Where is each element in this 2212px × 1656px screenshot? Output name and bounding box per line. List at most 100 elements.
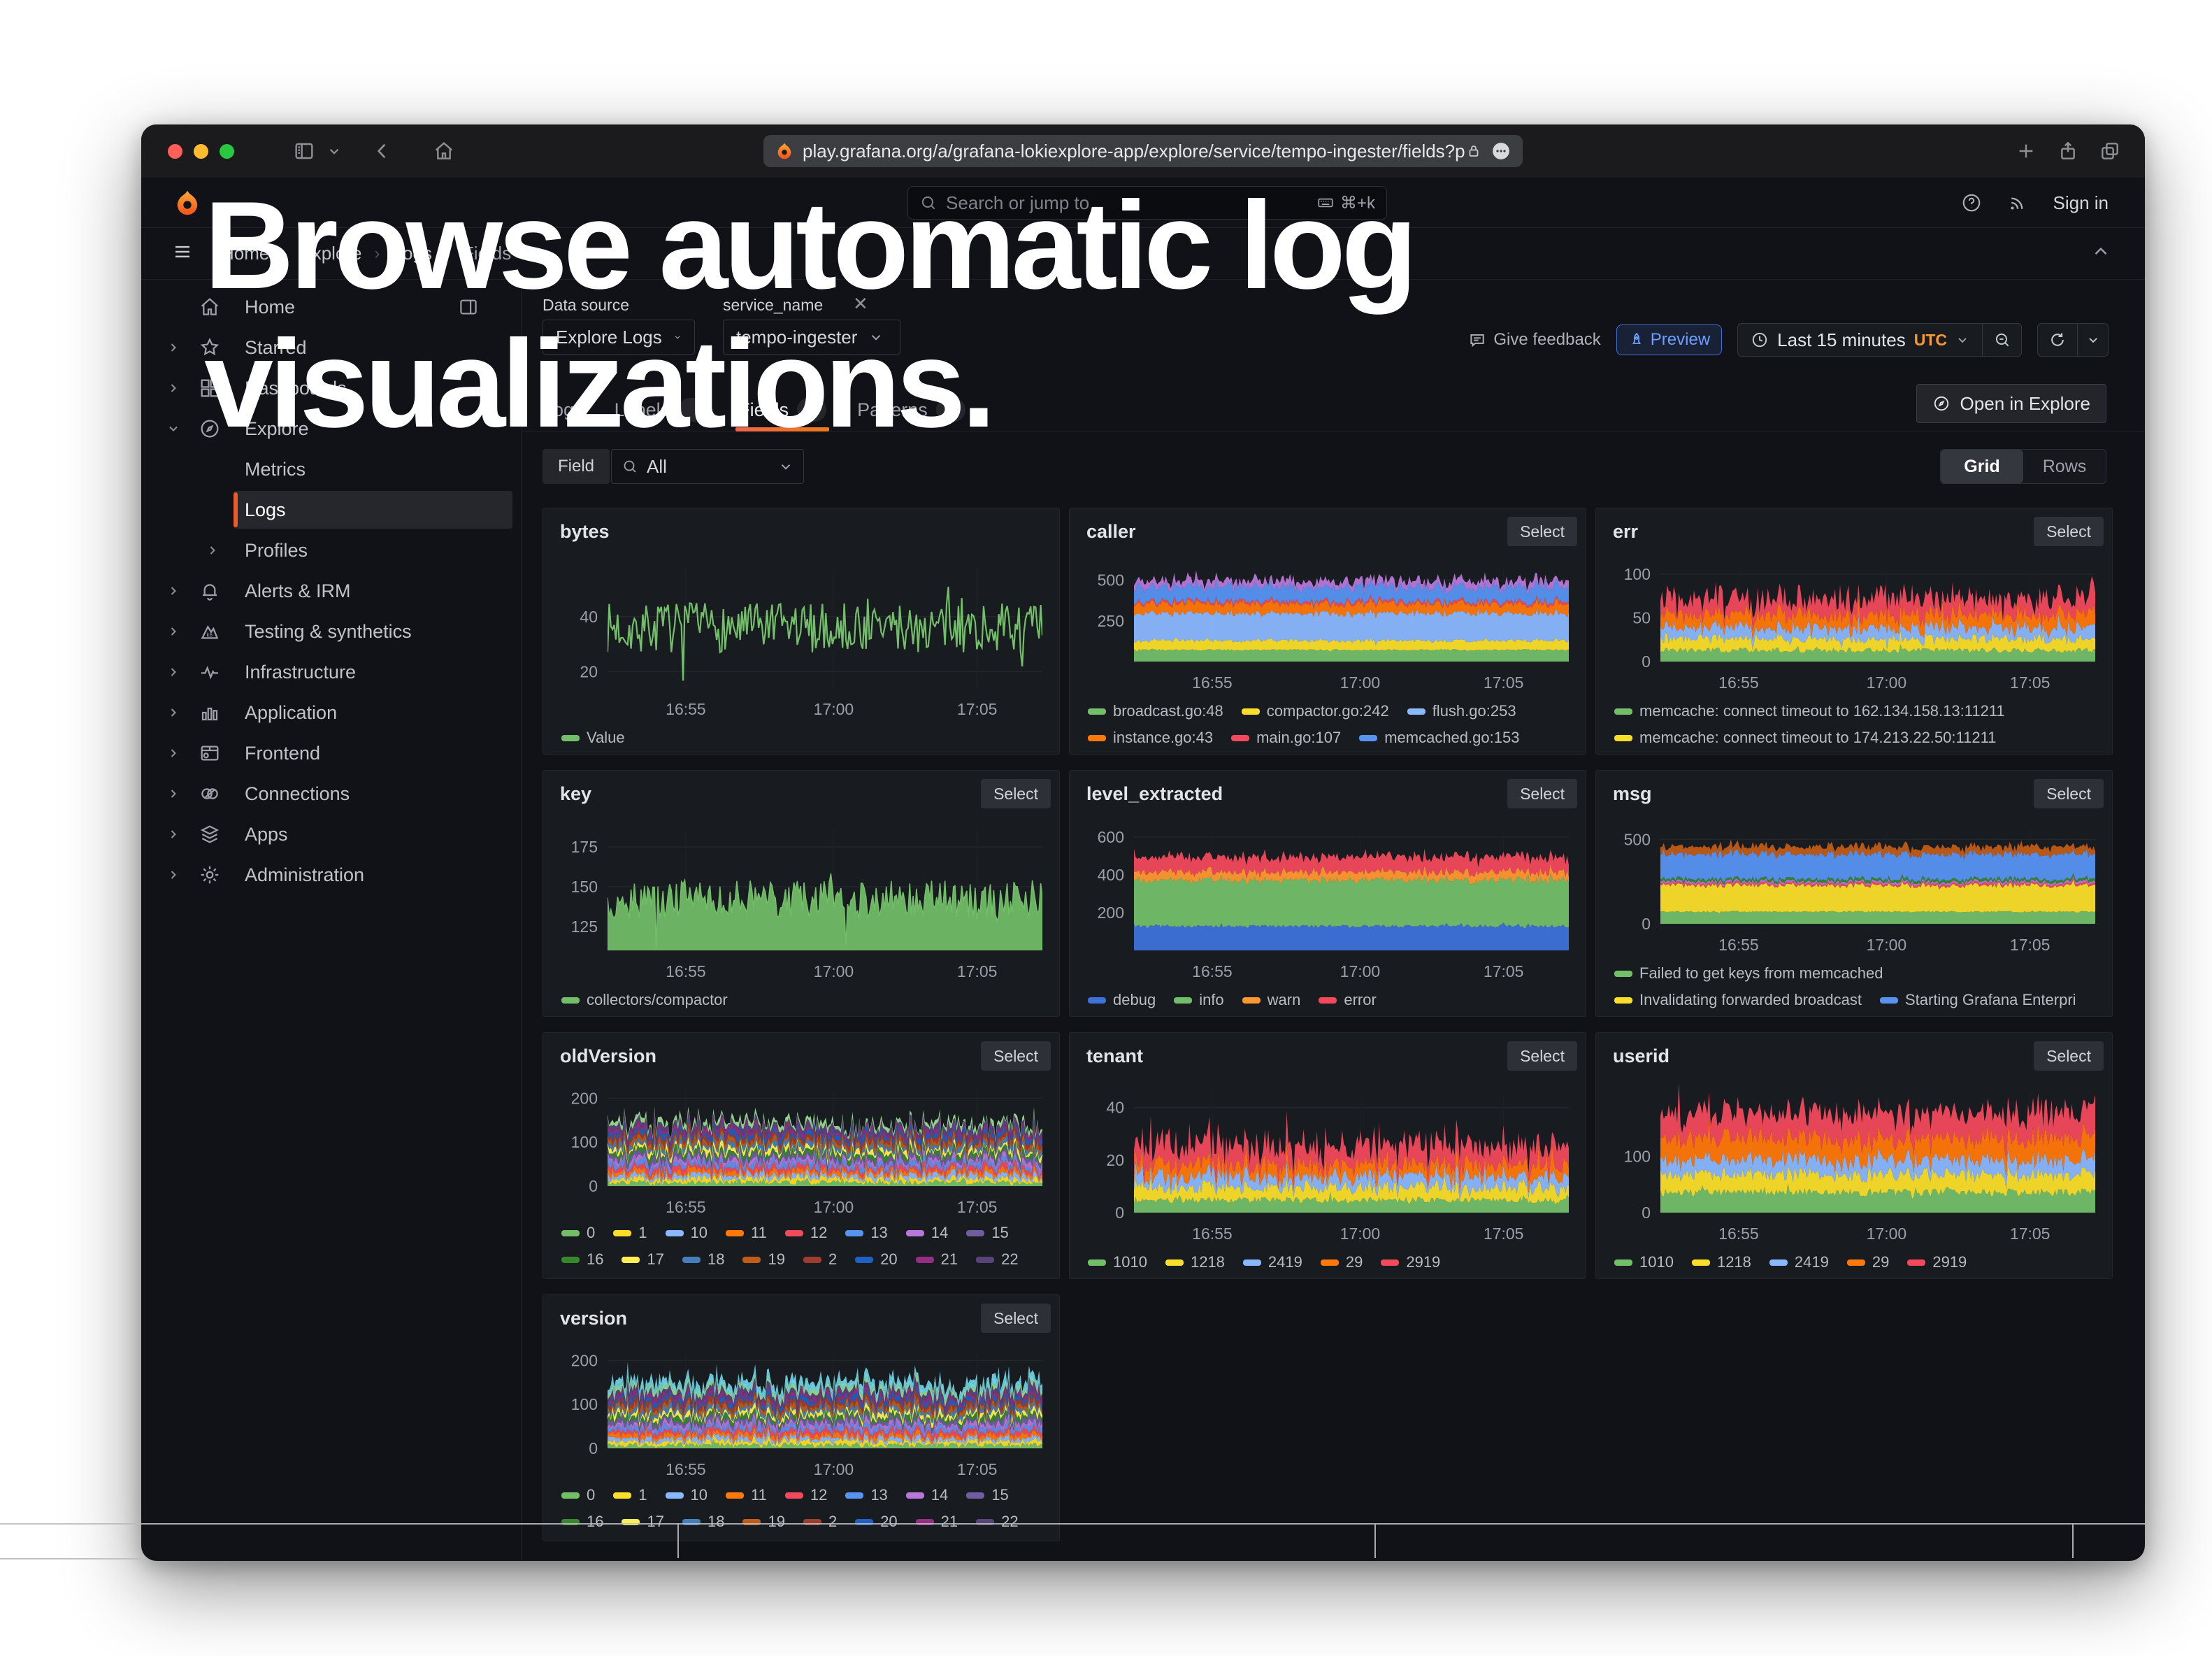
legend-item[interactable]: flush.go:253 — [1407, 702, 1516, 720]
chevron-right-icon[interactable] — [166, 665, 180, 679]
legend-item[interactable]: 18 — [682, 1250, 724, 1269]
close-window-button[interactable] — [168, 144, 182, 159]
minimize-window-button[interactable] — [194, 144, 208, 159]
chevron-down-icon[interactable] — [326, 143, 342, 159]
legend-item[interactable]: Failed to get keys from memcached — [1614, 964, 1883, 983]
legend-item[interactable]: 0 — [561, 1224, 595, 1242]
sidebar-item-profiles[interactable]: Profiles — [141, 530, 521, 571]
legend-item[interactable]: 12 — [785, 1224, 827, 1242]
legend-item[interactable]: 10 — [666, 1486, 708, 1504]
sidebar-toggle-icon[interactable] — [293, 140, 315, 162]
news-icon[interactable] — [2007, 192, 2028, 213]
search-input[interactable]: Search or jump to... ⌘+k — [907, 186, 1387, 220]
sidebar-item-alerts-irm[interactable]: Alerts & IRM — [141, 571, 521, 611]
legend-item[interactable]: 11 — [726, 1224, 767, 1242]
give-feedback-button[interactable]: Give feedback — [1468, 330, 1600, 350]
tab-overview-icon[interactable] — [2099, 140, 2121, 162]
breadcrumb-item[interactable]: Logs — [393, 243, 432, 264]
legend-item[interactable]: 21 — [916, 1513, 958, 1531]
legend-item[interactable]: 19 — [742, 1513, 784, 1531]
tab-labels[interactable]: Labels — [615, 388, 708, 431]
legend-item[interactable]: 1218 — [1692, 1253, 1751, 1271]
legend-item[interactable]: memcached.go:153 — [1359, 729, 1519, 747]
tab-fields[interactable]: Fields — [738, 388, 826, 431]
home-page-icon[interactable] — [433, 140, 455, 162]
back-icon[interactable] — [371, 140, 394, 162]
legend-item[interactable]: 19 — [742, 1250, 784, 1269]
legend-item[interactable]: collectors/compactor — [561, 991, 728, 1009]
refresh-interval-dropdown[interactable] — [2078, 323, 2109, 357]
tab-logs[interactable]: Logs — [543, 388, 584, 431]
sidebar-item-application[interactable]: Application — [141, 692, 521, 733]
legend-item[interactable]: 13 — [845, 1224, 887, 1242]
sidebar-item-home[interactable]: Home — [141, 287, 521, 327]
legend-item[interactable]: 2 — [803, 1250, 837, 1269]
legend-item[interactable]: 14 — [906, 1486, 948, 1504]
chevron-right-icon[interactable] — [166, 746, 180, 760]
legend-item[interactable]: debug — [1088, 991, 1156, 1009]
help-icon[interactable] — [1961, 192, 1982, 213]
legend-item[interactable]: 12 — [785, 1486, 827, 1504]
legend-item[interactable]: 1010 — [1088, 1253, 1147, 1271]
legend-item[interactable]: 14 — [906, 1224, 948, 1242]
tab-patterns[interactable]: Patterns8 — [857, 388, 965, 431]
legend-item[interactable]: info — [1174, 991, 1223, 1009]
legend-item[interactable]: 1 — [613, 1224, 647, 1242]
legend-item[interactable]: 16 — [561, 1513, 603, 1531]
legend-item[interactable]: error — [1319, 991, 1376, 1009]
select-button[interactable]: Select — [981, 779, 1051, 808]
sidebar-item-apps[interactable]: Apps — [141, 814, 521, 855]
select-button[interactable]: Select — [981, 1041, 1051, 1071]
select-button[interactable]: Select — [1507, 517, 1577, 546]
legend-item[interactable]: broadcast.go:48 — [1088, 702, 1223, 720]
collapse-section-icon[interactable] — [2090, 241, 2111, 266]
legend-item[interactable]: Value — [561, 729, 625, 747]
select-button[interactable]: Select — [2034, 517, 2104, 546]
zoom-out-time-button[interactable] — [1983, 323, 2022, 357]
chevron-right-icon[interactable] — [166, 584, 180, 598]
sidebar-item-administration[interactable]: Administration — [141, 855, 521, 895]
legend-item[interactable]: memcache: connect timeout to 162.134.158… — [1614, 702, 2005, 720]
legend-item[interactable]: main.go:107 — [1231, 729, 1341, 747]
legend-item[interactable]: 20 — [855, 1250, 897, 1269]
legend-item[interactable]: 2 — [803, 1513, 837, 1531]
legend-item[interactable]: 29 — [1847, 1253, 1889, 1271]
share-icon[interactable] — [2057, 140, 2079, 162]
refresh-button[interactable] — [2037, 323, 2078, 357]
legend-item[interactable]: 1010 — [1614, 1253, 1674, 1271]
legend-item[interactable]: 2419 — [1243, 1253, 1302, 1271]
legend-item[interactable]: instance.go:43 — [1088, 729, 1213, 747]
url-bar[interactable]: play.grafana.org/a/grafana-lokiexplore-a… — [763, 135, 1523, 167]
breadcrumb-item[interactable]: Fields — [463, 243, 511, 264]
legend-item[interactable]: 22 — [976, 1513, 1018, 1531]
legend-item[interactable]: 0 — [561, 1486, 595, 1504]
field-search-select[interactable]: All — [611, 449, 804, 484]
chevron-right-icon[interactable] — [166, 381, 180, 395]
grafana-logo[interactable] — [173, 189, 201, 217]
legend-item[interactable]: 17 — [622, 1513, 663, 1531]
time-range-picker[interactable]: Last 15 minutes UTC — [1737, 323, 1983, 357]
sign-in-link[interactable]: Sign in — [2053, 192, 2109, 214]
legend-item[interactable]: 22 — [976, 1250, 1018, 1269]
legend-item[interactable]: 17 — [622, 1250, 663, 1269]
legend-item[interactable]: compactor.go:242 — [1242, 702, 1389, 720]
chevron-right-icon[interactable] — [166, 868, 180, 882]
legend-item[interactable]: 10 — [666, 1224, 708, 1242]
legend-item[interactable]: 18 — [682, 1513, 724, 1531]
chevron-down-icon[interactable] — [166, 422, 180, 436]
grid-view-button[interactable]: Grid — [1941, 450, 2023, 483]
legend-item[interactable]: 2419 — [1769, 1253, 1829, 1271]
legend-item[interactable]: warn — [1242, 991, 1301, 1009]
legend-item[interactable]: 20 — [855, 1513, 897, 1531]
select-button[interactable]: Select — [1507, 1041, 1577, 1071]
sidebar-item-dashboards[interactable]: Dashboards — [141, 368, 521, 408]
legend-item[interactable]: 1 — [613, 1486, 647, 1504]
breadcrumb-item[interactable]: Explore — [300, 243, 361, 264]
zoom-window-button[interactable] — [220, 144, 234, 159]
legend-item[interactable]: memcache: connect timeout to 174.213.22.… — [1614, 729, 1996, 747]
breadcrumb-item[interactable]: Home — [221, 243, 269, 264]
legend-item[interactable]: 11 — [726, 1486, 767, 1504]
new-tab-icon[interactable] — [2015, 140, 2037, 162]
sidebar-item-testing-synthetics[interactable]: k6Testing & synthetics — [141, 611, 521, 652]
sidebar-item-metrics[interactable]: Metrics — [141, 449, 521, 490]
